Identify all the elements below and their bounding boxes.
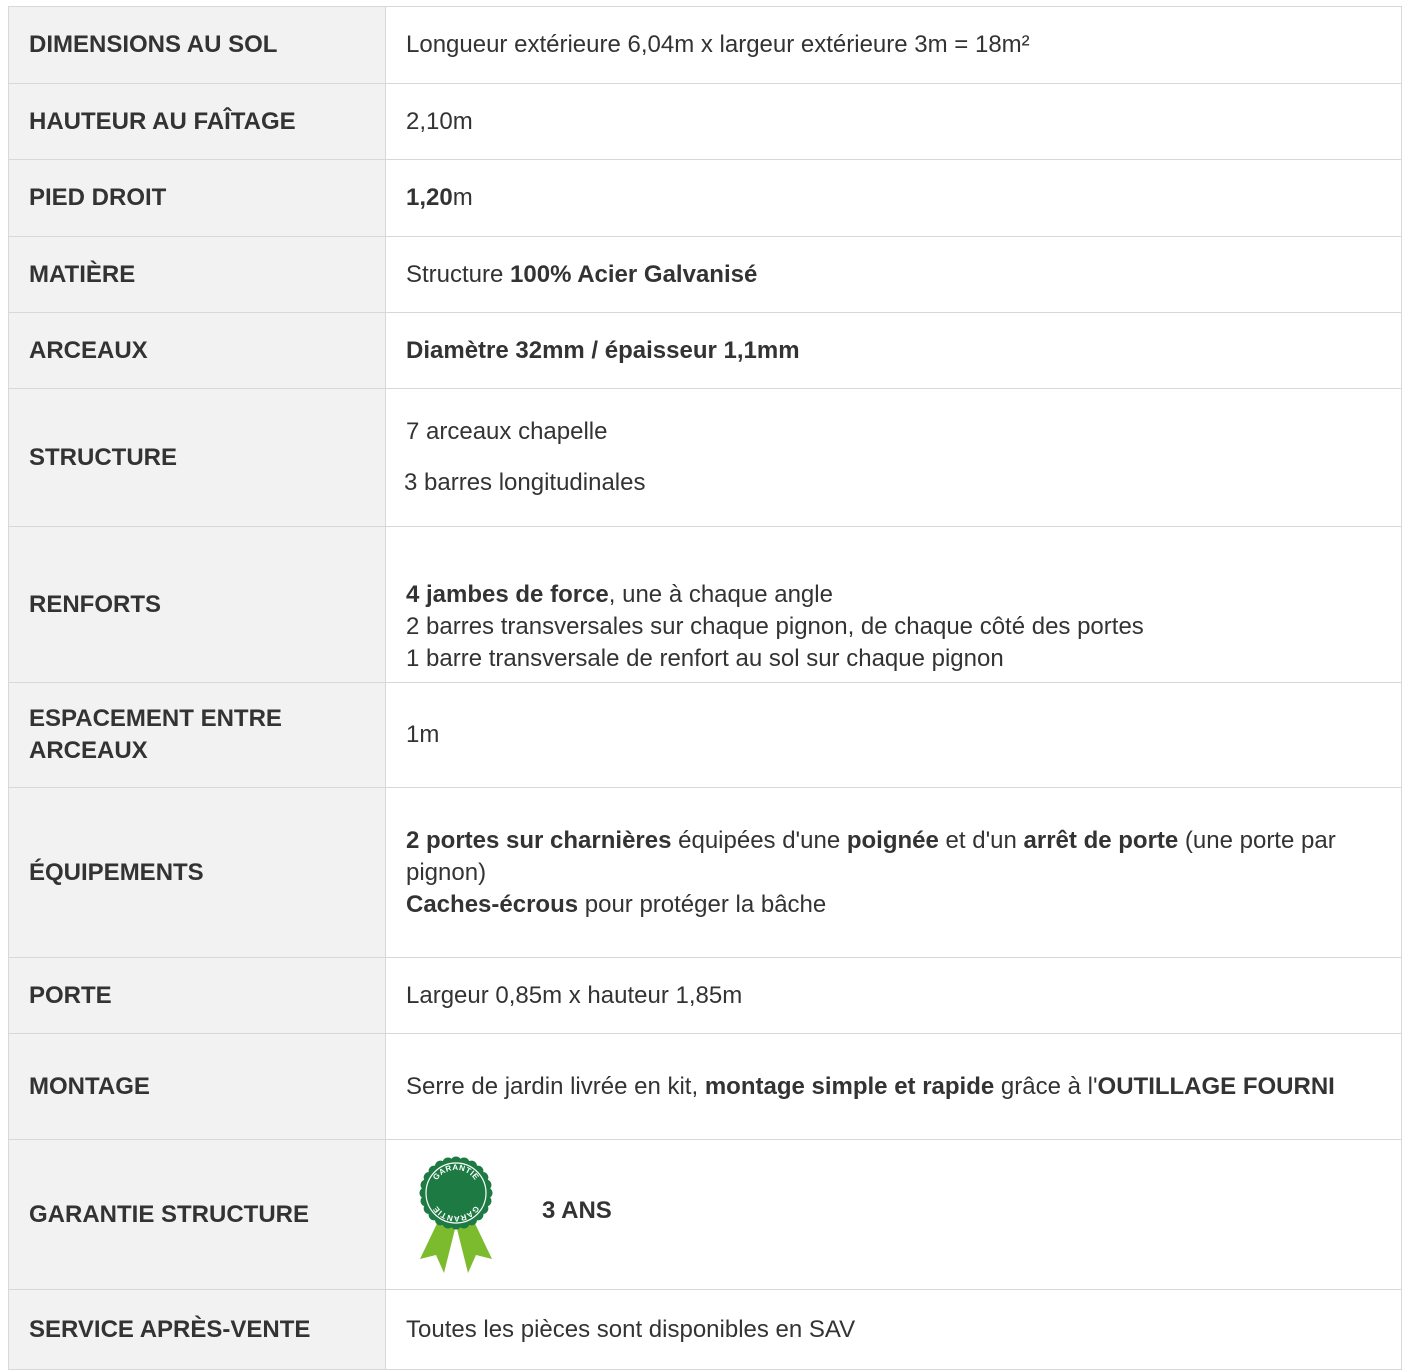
value-text-bold: arrêt de porte: [1023, 826, 1179, 854]
spec-row-hauteur: HAUTEUR AU FAÎTAGE 2,10m: [8, 83, 1402, 160]
value-text: Structure: [406, 260, 511, 288]
garantie-content: GARANTIE GARANTIE 3 ANS: [410, 1151, 1381, 1279]
value-text: pour protéger la bâche: [578, 890, 827, 918]
value-text-bold: OUTILLAGE FOURNI: [1097, 1072, 1335, 1100]
row-value: Serre de jardin livrée en kit, montage s…: [385, 1033, 1402, 1140]
value-text-bold: 100% Acier Galvanisé: [510, 260, 758, 288]
row-label: PIED DROIT: [8, 159, 386, 237]
spec-row-espacement: ESPACEMENT ENTRE ARCEAUX 1m: [8, 682, 1402, 788]
value-text: Largeur 0,85m x hauteur 1,85m: [406, 981, 743, 1009]
value-text: Serre de jardin livrée en kit,: [406, 1072, 705, 1100]
spec-row-structure: STRUCTURE 7 arceaux chapelle 3 barres lo…: [8, 388, 1402, 527]
row-label: PORTE: [8, 957, 386, 1034]
row-value: Diamètre 32mm / épaisseur 1,1mm: [385, 312, 1402, 389]
value-text: Longueur extérieure 6,04m x largeur exté…: [406, 31, 1030, 58]
row-value: 7 arceaux chapelle 3 barres longitudinal…: [385, 388, 1402, 527]
value-line: 1 barre transversale de renfort au sol s…: [406, 643, 1381, 675]
value-line: 2 barres transversales sur chaque pignon…: [406, 611, 1381, 643]
row-value: 2 portes sur charnières équipées d'une p…: [385, 787, 1402, 958]
spec-row-garantie: GARANTIE STRUCTURE GARANTIE GARANTIE 3 A…: [8, 1139, 1402, 1290]
row-value: Toutes les pièces sont disponibles en SA…: [385, 1289, 1402, 1370]
value-text: équipées d'une: [671, 826, 847, 854]
spec-row-renforts: RENFORTS 4 jambes de force, une à chaque…: [8, 526, 1402, 683]
value-text: 1m: [406, 721, 440, 748]
value-text-bold: 1,20: [406, 184, 453, 211]
value-line: 2 portes sur charnières équipées d'une p…: [406, 825, 1381, 889]
specs-table: DIMENSIONS AU SOL Longueur extérieure 6,…: [8, 6, 1402, 1370]
spec-row-montage: MONTAGE Serre de jardin livrée en kit, m…: [8, 1033, 1402, 1140]
value-text: Toutes les pièces sont disponibles en SA…: [406, 1316, 856, 1343]
value-text: grâce à l': [994, 1072, 1098, 1100]
row-value: Largeur 0,85m x hauteur 1,85m: [385, 957, 1402, 1034]
value-text: 1 barre transversale de renfort au sol s…: [406, 644, 1004, 672]
value-text-bold: poignée: [846, 826, 939, 854]
spec-row-pied-droit: PIED DROIT 1,20m: [8, 159, 1402, 237]
row-label: ESPACEMENT ENTRE ARCEAUX: [8, 682, 386, 788]
row-value: Longueur extérieure 6,04m x largeur exté…: [385, 6, 1402, 84]
row-value: Structure 100% Acier Galvanisé: [385, 236, 1402, 313]
row-value: 1,20m: [385, 159, 1402, 237]
row-value: 2,10m: [385, 83, 1402, 160]
row-label: STRUCTURE: [8, 388, 386, 527]
value-text-bold: montage simple et rapide: [704, 1072, 995, 1100]
row-label: DIMENSIONS AU SOL: [8, 6, 386, 84]
value-line: 7 arceaux chapelle: [406, 418, 608, 445]
row-label: MATIÈRE: [8, 236, 386, 313]
row-label: HAUTEUR AU FAÎTAGE: [8, 83, 386, 160]
value-text: 2,10m: [406, 107, 473, 135]
row-label: RENFORTS: [8, 526, 386, 683]
value-text: m: [452, 184, 473, 211]
row-value: GARANTIE GARANTIE 3 ANS: [385, 1139, 1402, 1290]
garantie-years: 3 ANS: [542, 1196, 612, 1224]
spec-row-sav: SERVICE APRÈS-VENTE Toutes les pièces so…: [8, 1289, 1402, 1370]
spec-row-equipements: ÉQUIPEMENTS 2 portes sur charnières équi…: [8, 787, 1402, 958]
row-value: 4 jambes de force, une à chaque angle 2 …: [385, 526, 1402, 683]
value-line: 3 barres longitudinales: [404, 469, 646, 496]
guarantee-rosette-icon: GARANTIE GARANTIE: [419, 1156, 493, 1273]
value-text: et d'un: [938, 826, 1024, 854]
value-line: Caches-écrous pour protéger la bâche: [406, 889, 1381, 921]
row-label: GARANTIE STRUCTURE: [8, 1139, 386, 1290]
spec-row-porte: PORTE Largeur 0,85m x hauteur 1,85m: [8, 957, 1402, 1034]
row-value: 1m: [385, 682, 1402, 788]
value-text-bold: Diamètre 32mm / épaisseur 1,1mm: [406, 336, 800, 364]
spec-row-arceaux: ARCEAUX Diamètre 32mm / épaisseur 1,1mm: [8, 312, 1402, 389]
value-text-bold: 4 jambes de force: [406, 580, 609, 608]
row-label: SERVICE APRÈS-VENTE: [8, 1289, 386, 1370]
value-text: 2 barres transversales sur chaque pignon…: [406, 612, 1144, 640]
value-text-bold: 2 portes sur charnières: [406, 826, 672, 854]
value-line: 4 jambes de force, une à chaque angle: [406, 579, 1381, 611]
value-text: , une à chaque angle: [608, 580, 833, 608]
spec-row-dimensions: DIMENSIONS AU SOL Longueur extérieure 6,…: [8, 6, 1402, 84]
row-label: ARCEAUX: [8, 312, 386, 389]
row-label: MONTAGE: [8, 1033, 386, 1140]
spec-row-matiere: MATIÈRE Structure 100% Acier Galvanisé: [8, 236, 1402, 313]
row-label: ÉQUIPEMENTS: [8, 787, 386, 958]
value-text-bold: Caches-écrous: [406, 890, 579, 918]
